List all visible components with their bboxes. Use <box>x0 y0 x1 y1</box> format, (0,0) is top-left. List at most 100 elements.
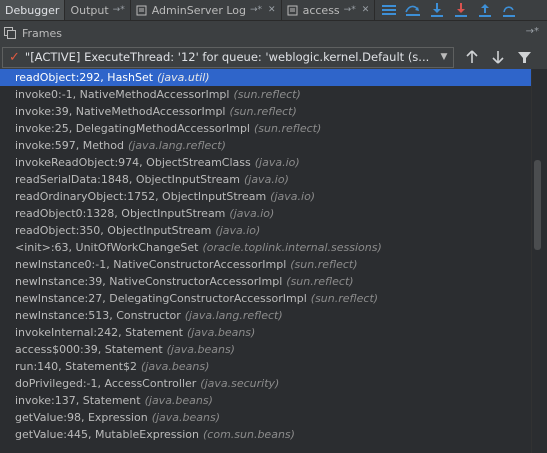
frame-row[interactable]: readSerialData:1848, ObjectInputStream (j… <box>0 171 531 188</box>
tab-debugger[interactable]: Debugger <box>0 0 66 20</box>
frame-method: readObject0:1328, ObjectInputStream <box>15 207 226 220</box>
pin-icon[interactable]: →* <box>526 26 539 37</box>
check-icon: ✓ <box>9 49 20 65</box>
tab-adminserver-log[interactable]: AdminServer Log →* ✕ <box>131 0 282 20</box>
pin-icon[interactable]: →* <box>344 5 356 15</box>
frame-row[interactable]: doPrivileged:-1, AccessController (java.s… <box>0 375 531 392</box>
run-to-cursor-icon[interactable] <box>501 2 517 18</box>
frame-method: <init>:63, UnitOfWorkChangeSet <box>15 241 199 254</box>
frame-method: invoke:39, NativeMethodAccessorImpl <box>15 105 226 118</box>
tab-output[interactable]: Output →* <box>65 0 131 20</box>
chevron-down-icon: ▼ <box>440 52 448 62</box>
frame-package: (sun.reflect) <box>253 122 322 135</box>
frame-package: (java.io) <box>229 207 275 220</box>
tool-window-tabbar: Debugger Output →* AdminServer Log →* ✕ … <box>0 0 547 21</box>
frame-row[interactable]: invoke:25, DelegatingMethodAccessorImpl(… <box>0 120 531 137</box>
frame-package: (java.util) <box>157 71 210 84</box>
step-into-icon[interactable] <box>453 2 469 18</box>
thread-toolbar: ✓ "[ACTIVE] ExecuteThread: '12' for queu… <box>0 45 547 69</box>
frame-package: (java.io) <box>243 173 289 186</box>
frame-method: invokeReadObject:974, ObjectStreamClass <box>15 156 251 169</box>
log-file-icon <box>287 5 298 15</box>
tab-label: AdminServer Log <box>151 3 246 17</box>
frame-method: getValue:98, Expression <box>15 411 148 424</box>
frame-row[interactable]: invokeInternal:242, Statement (java.beans… <box>0 324 531 341</box>
frame-row[interactable]: access$000:39, Statement (java.beans) <box>0 341 531 358</box>
frame-package: (java.lang.reflect) <box>184 309 283 322</box>
log-file-icon <box>136 5 147 15</box>
frames-title: Frames <box>22 26 63 40</box>
tab-label: Output <box>70 3 109 17</box>
frame-package: (com.sun.beans) <box>203 428 295 441</box>
frame-package: (sun.reflect) <box>233 88 301 101</box>
frame-method: newInstance:513, Constructor <box>15 309 181 322</box>
tab-access[interactable]: access →* ✕ <box>282 0 376 20</box>
frame-row[interactable]: invoke0:-1, NativeMethodAccessorImpl (sun… <box>0 86 531 103</box>
frame-package: (sun.reflect) <box>290 258 358 271</box>
frames-panel-header: Frames →* <box>0 21 547 45</box>
frame-method: getValue:445, MutableExpression <box>15 428 199 441</box>
frame-package: (java.beans) <box>141 360 210 373</box>
show-execution-point-icon[interactable] <box>405 2 421 18</box>
frame-package: (java.beans) <box>151 411 221 424</box>
frame-row[interactable]: invoke:597, Method (java.lang.reflect) <box>0 137 531 154</box>
frame-package: (sun.reflect) <box>229 105 297 118</box>
frame-row[interactable]: newInstance:27, DelegatingConstructorAcc… <box>0 290 531 307</box>
frame-package: (java.beans) <box>144 394 213 407</box>
frame-method: readObject:350, ObjectInputStream <box>15 224 212 237</box>
pin-icon[interactable]: →* <box>250 5 262 15</box>
close-icon[interactable]: ✕ <box>268 5 276 15</box>
frame-row[interactable]: getValue:445, MutableExpression (com.sun.… <box>0 426 531 443</box>
frame-row[interactable]: <init>:63, UnitOfWorkChangeSet (oracle.to… <box>0 239 531 256</box>
frame-package: (java.io) <box>215 224 261 237</box>
frame-method: readOrdinaryObject:1752, ObjectInputStre… <box>15 190 267 203</box>
frame-row[interactable]: newInstance:39, NativeConstructorAccesso… <box>0 273 531 290</box>
frame-package: (java.beans) <box>187 326 256 339</box>
frame-row[interactable]: readOrdinaryObject:1752, ObjectInputStre… <box>0 188 531 205</box>
frame-method: invokeInternal:242, Statement <box>15 326 183 339</box>
arrow-down-icon[interactable] <box>490 49 506 65</box>
frame-package: (java.lang.reflect) <box>127 139 226 152</box>
frame-row[interactable]: invoke:39, NativeMethodAccessorImpl (sun.… <box>0 103 531 120</box>
menu-icon[interactable] <box>381 2 397 18</box>
frame-method: doPrivileged:-1, AccessController <box>15 377 197 390</box>
frame-package: (sun.reflect) <box>310 292 379 305</box>
tab-label: Debugger <box>5 3 60 17</box>
filter-icon[interactable] <box>516 49 532 65</box>
frame-method: run:140, Statement$2 <box>15 360 138 373</box>
frame-package: (java.beans) <box>166 343 235 356</box>
close-icon[interactable]: ✕ <box>362 5 370 15</box>
frame-method: access$000:39, Statement <box>15 343 163 356</box>
frame-method: readSerialData:1848, ObjectInputStream <box>15 173 240 186</box>
frame-method: readObject:292, HashSet <box>15 71 154 84</box>
frames-list: readObject:292, HashSet (java.util) invoke… <box>0 69 531 453</box>
frame-package: (sun.reflect) <box>286 275 354 288</box>
frame-package: (oracle.toplink.internal.sessions) <box>202 241 382 254</box>
arrow-up-icon[interactable] <box>464 49 480 65</box>
frame-row[interactable]: readObject0:1328, ObjectInputStream (java… <box>0 205 531 222</box>
frame-row[interactable]: readObject:350, ObjectInputStream (java.i… <box>0 222 531 239</box>
frame-row[interactable]: newInstance:513, Constructor (java.lang.r… <box>0 307 531 324</box>
frame-method: newInstance:27, DelegatingConstructorAcc… <box>15 292 307 305</box>
scrollbar-thumb[interactable] <box>534 160 541 250</box>
frames-icon <box>4 27 16 39</box>
frame-row[interactable]: invokeReadObject:974, ObjectStreamClass(… <box>0 154 531 171</box>
frame-row[interactable]: readObject:292, HashSet (java.util) <box>0 69 531 86</box>
pin-icon[interactable]: →* <box>113 5 125 15</box>
tab-label: access <box>302 3 340 17</box>
frame-row[interactable]: getValue:98, Expression (java.beans) <box>0 409 531 426</box>
frame-method: newInstance0:-1, NativeConstructorAccess… <box>15 258 287 271</box>
frame-method: newInstance:39, NativeConstructorAccesso… <box>15 275 283 288</box>
frame-method: invoke0:-1, NativeMethodAccessorImpl <box>15 88 230 101</box>
vertical-scrollbar[interactable] <box>531 69 547 453</box>
frame-method: invoke:597, Method <box>15 139 124 152</box>
step-over-icon[interactable] <box>429 2 445 18</box>
step-out-icon[interactable] <box>477 2 493 18</box>
frame-package: (java.io) <box>270 190 316 203</box>
thread-dropdown-value: "[ACTIVE] ExecuteThread: '12' for queue:… <box>24 50 430 64</box>
frame-row[interactable]: invoke:137, Statement (java.beans) <box>0 392 531 409</box>
thread-dropdown[interactable]: ✓ "[ACTIVE] ExecuteThread: '12' for queu… <box>2 46 454 68</box>
frame-row[interactable]: newInstance0:-1, NativeConstructorAccess… <box>0 256 531 273</box>
frame-row[interactable]: run:140, Statement$2 (java.beans) <box>0 358 531 375</box>
frame-package: (java.io) <box>254 156 300 169</box>
